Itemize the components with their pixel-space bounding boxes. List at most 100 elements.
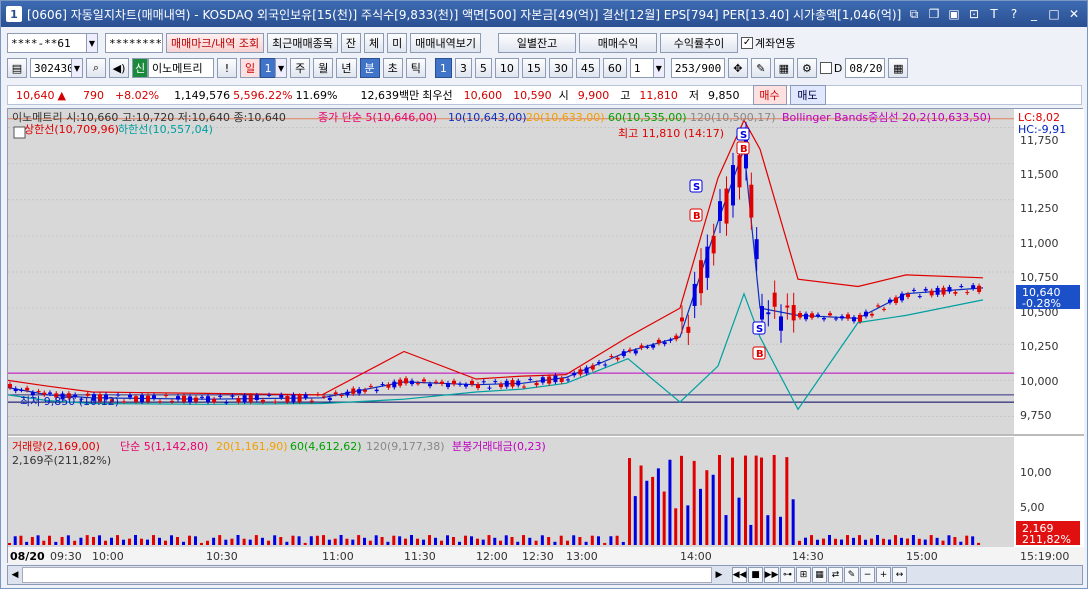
- save-icon[interactable]: ▦: [773, 58, 794, 78]
- time-tick-1130: 11:30: [404, 550, 436, 563]
- candle-body: [152, 395, 156, 399]
- trade-profit-button[interactable]: 매매수익: [579, 33, 658, 53]
- symbol-name-field[interactable]: 이노메트리: [148, 58, 214, 78]
- period-tick[interactable]: 틱: [405, 58, 426, 78]
- minimize-icon[interactable]: _: [1025, 5, 1043, 23]
- help-icon[interactable]: ?: [1005, 5, 1023, 23]
- candle-body: [297, 395, 302, 402]
- interval-5[interactable]: 5: [474, 58, 492, 78]
- minus-icon[interactable]: −: [860, 567, 875, 583]
- candle-body: [603, 364, 608, 366]
- volume-bar: [528, 537, 532, 545]
- layout-grid-icon[interactable]: ▦: [812, 567, 827, 583]
- layout-icon[interactable]: ▤: [7, 58, 27, 78]
- legend-ma10: 10(10,643,00): [448, 111, 527, 124]
- period-minute[interactable]: 분: [359, 58, 380, 78]
- forward-icon[interactable]: ▶▶: [764, 567, 779, 583]
- account-dropdown-icon[interactable]: ▼: [86, 33, 98, 53]
- custom-interval-dropdown-icon[interactable]: ▼: [652, 58, 665, 78]
- date-input[interactable]: 08/20: [845, 58, 886, 78]
- interval-1[interactable]: 1: [434, 58, 452, 78]
- buy-button[interactable]: 매수: [752, 85, 787, 105]
- maximize-icon[interactable]: □: [1045, 5, 1063, 23]
- volume-bar: [422, 539, 425, 545]
- balance-button[interactable]: 잔: [340, 33, 362, 53]
- trade-mark-query-button[interactable]: 매매마크/내역 조회: [166, 33, 265, 53]
- fit-icon[interactable]: ↔: [892, 567, 907, 583]
- period-week[interactable]: 주: [290, 58, 311, 78]
- close-icon[interactable]: ✕: [1065, 5, 1083, 23]
- executed-button[interactable]: 체: [364, 33, 385, 53]
- scroll-track[interactable]: [22, 567, 712, 583]
- interval-30[interactable]: 30: [548, 58, 573, 78]
- sell-button[interactable]: 매도: [789, 85, 826, 105]
- interval-60[interactable]: 60: [602, 58, 627, 78]
- period-number[interactable]: 1: [260, 58, 277, 78]
- account-input[interactable]: ****-**61: [7, 33, 87, 53]
- search-icon[interactable]: ⌕: [86, 58, 106, 78]
- volume-bar: [309, 536, 313, 545]
- period-month[interactable]: 월: [313, 58, 334, 78]
- calendar-icon[interactable]: ▦: [888, 58, 909, 78]
- candle-body: [760, 305, 764, 320]
- interval-10[interactable]: 10: [494, 58, 519, 78]
- custom-interval-input[interactable]: 1: [629, 58, 654, 78]
- pin-icon[interactable]: ▣: [945, 5, 963, 23]
- link-icon[interactable]: ⧉: [905, 5, 923, 23]
- tool-icon[interactable]: ✎: [750, 58, 771, 78]
- volume-bar: [639, 465, 643, 545]
- plus-icon[interactable]: +: [876, 567, 891, 583]
- crosshair-icon[interactable]: ✥: [727, 58, 748, 78]
- interval-15[interactable]: 15: [521, 58, 546, 78]
- recent-trades-button[interactable]: 최근매매종목: [267, 33, 338, 53]
- stop-icon[interactable]: ■: [748, 567, 763, 583]
- volume-bar: [152, 535, 155, 545]
- compare-icon[interactable]: ⇄: [828, 567, 843, 583]
- volume-bar: [947, 535, 951, 545]
- speaker-icon[interactable]: ◀): [109, 58, 129, 78]
- daily-balance-button[interactable]: 일별잔고: [498, 33, 577, 53]
- draw-icon[interactable]: ✎: [844, 567, 859, 583]
- interval-3[interactable]: 3: [454, 58, 472, 78]
- profit-rate-button[interactable]: 수익률추이: [660, 33, 739, 53]
- zoom-slider-icon[interactable]: ⊶: [780, 567, 795, 583]
- gear-icon[interactable]: ⚙: [796, 58, 817, 78]
- volume-tick-2: 5,00: [1020, 501, 1045, 514]
- period-day-select[interactable]: 일: [240, 58, 261, 78]
- candle-body: [200, 396, 204, 398]
- interval-45[interactable]: 45: [575, 58, 600, 78]
- rewind-icon[interactable]: ◀◀: [732, 567, 747, 583]
- candle-body: [13, 388, 18, 392]
- chart-scrollbar[interactable]: ◀ ▶ ◀◀ ■ ▶▶ ⊶ ⊞ ▦ ⇄ ✎ − + ↔: [7, 565, 1083, 585]
- scroll-right-icon[interactable]: ▶: [712, 566, 726, 584]
- account-link-checkbox[interactable]: ✓ 계좌연동: [741, 35, 796, 51]
- volume-bar: [852, 537, 855, 545]
- volume-bar: [357, 535, 361, 545]
- layout-split-icon[interactable]: ⊞: [796, 567, 811, 583]
- password-input[interactable]: ********: [105, 33, 163, 53]
- candle-body: [386, 384, 391, 388]
- pending-button[interactable]: 미: [387, 33, 408, 53]
- volume-bar: [434, 537, 437, 545]
- undock-icon[interactable]: ⊡: [965, 5, 983, 23]
- volume-bar: [522, 535, 525, 545]
- volume-bar: [386, 541, 390, 545]
- scroll-left-icon[interactable]: ◀: [8, 566, 22, 584]
- font-icon[interactable]: T: [985, 5, 1003, 23]
- price-volume-chart[interactable]: SBSBSB 이노메트리 시:10,660 고:10,720 저:10,640 …: [8, 109, 1084, 564]
- symbol-code-input[interactable]: 302430: [30, 58, 74, 78]
- period-second[interactable]: 초: [382, 58, 403, 78]
- warning-icon[interactable]: !: [217, 58, 237, 78]
- calendar-small-icon[interactable]: [13, 126, 26, 139]
- candle-body: [309, 400, 314, 402]
- trade-history-button[interactable]: 매매내역보기: [410, 33, 482, 53]
- restore-icon[interactable]: ❐: [925, 5, 943, 23]
- code-dropdown-icon[interactable]: ▼: [71, 58, 83, 78]
- bar-count-input[interactable]: 253/900: [670, 58, 725, 78]
- period-year[interactable]: 년: [336, 58, 357, 78]
- volume-bar: [798, 540, 801, 545]
- period-dropdown-icon[interactable]: ▼: [275, 58, 288, 78]
- volume-bar: [230, 538, 234, 545]
- date-checkbox[interactable]: D: [819, 62, 842, 75]
- chart-area[interactable]: SBSBSB 이노메트리 시:10,660 고:10,720 저:10,640 …: [7, 108, 1084, 564]
